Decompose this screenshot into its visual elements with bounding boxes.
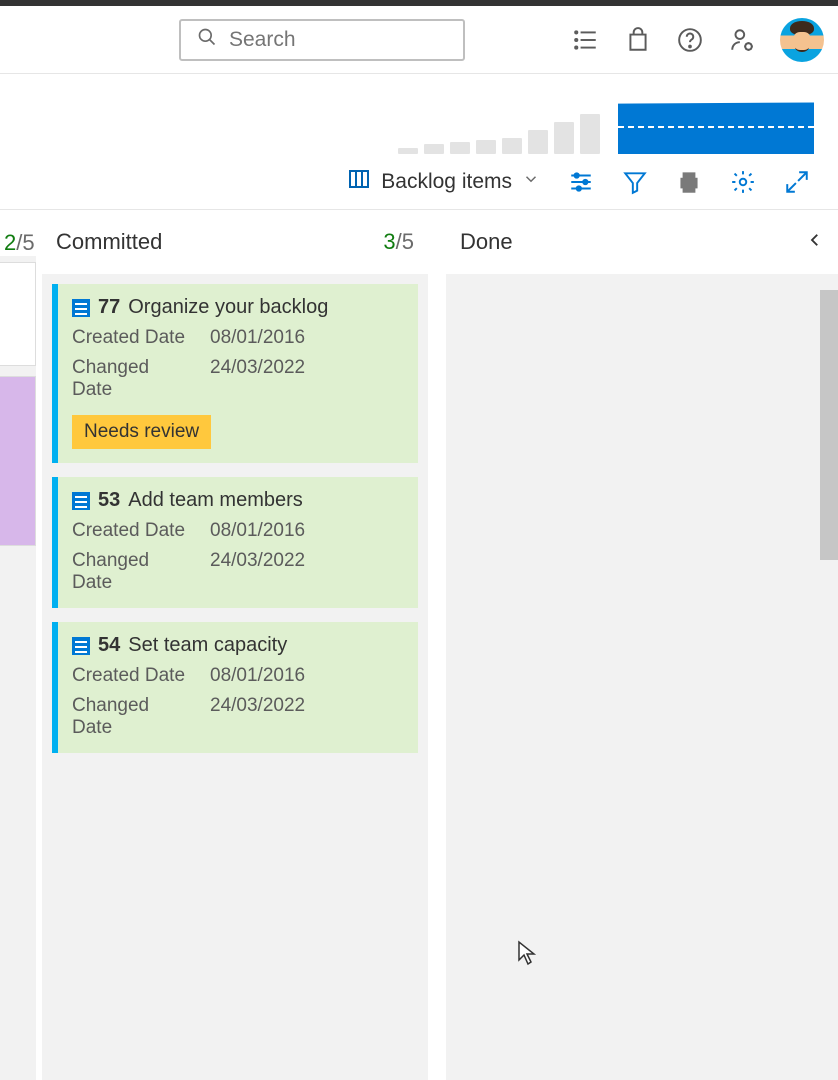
created-date-value: 08/01/2016 (210, 520, 305, 542)
committed-title: Committed (56, 229, 162, 255)
velocity-bar (554, 122, 574, 154)
shopping-bag-icon[interactable] (624, 26, 652, 54)
changed-date-value: 24/03/2022 (210, 695, 305, 739)
prev-column-body (0, 256, 36, 1080)
work-item-title: Add team members (128, 489, 303, 512)
velocity-bar (450, 142, 470, 154)
done-title: Done (460, 229, 513, 255)
view-toolbar: Backlog items (0, 154, 838, 210)
column-done: Done (446, 210, 838, 1080)
collapse-done-icon[interactable] (806, 229, 824, 255)
partial-card-2[interactable] (0, 376, 36, 546)
velocity-bar (476, 140, 496, 154)
chevron-down-icon (522, 170, 540, 194)
work-item-id: 53 (98, 489, 120, 512)
help-icon[interactable] (676, 26, 704, 54)
search-input[interactable] (229, 28, 500, 52)
committed-wip: 3/5 (383, 229, 414, 255)
user-settings-icon[interactable] (728, 26, 756, 54)
velocity-bar (528, 130, 548, 154)
changed-date-value: 24/03/2022 (210, 550, 305, 594)
pbi-icon (72, 492, 90, 510)
velocity-bars[interactable] (398, 98, 600, 154)
prev-column-wip: 2/5 (0, 210, 36, 256)
fullscreen-icon[interactable] (784, 169, 810, 195)
changed-date-label: Changed Date (72, 550, 190, 594)
created-date-label: Created Date (72, 665, 190, 687)
velocity-bar (398, 148, 418, 154)
column-previous-partial: 2/5 (0, 210, 42, 1080)
topbar (0, 6, 838, 74)
work-item-id: 77 (98, 296, 120, 319)
created-date-label: Created Date (72, 327, 190, 349)
velocity-bar (424, 144, 444, 154)
filter-icon[interactable] (622, 169, 648, 195)
search-box[interactable] (179, 19, 465, 61)
done-body[interactable] (446, 274, 838, 1080)
work-item-card[interactable]: 54 Set team capacity Created Date 08/01/201… (52, 622, 418, 753)
work-item-id: 54 (98, 634, 120, 657)
created-date-value: 08/01/2016 (210, 327, 305, 349)
work-item-title: Set team capacity (128, 634, 287, 657)
created-date-label: Created Date (72, 520, 190, 542)
burndown-chart[interactable] (618, 98, 814, 154)
chart-strip (0, 74, 838, 154)
card-tag[interactable]: Needs review (72, 415, 211, 449)
kanban-board: 2/5 Committed 3/5 77 Organize your backlo… (0, 210, 838, 1080)
avatar[interactable] (780, 18, 824, 62)
backlog-level-selector[interactable]: Backlog items (347, 167, 540, 197)
list-icon[interactable] (572, 26, 600, 54)
committed-body[interactable]: 77 Organize your backlog Created Date 08/01… (42, 274, 428, 1080)
work-item-card[interactable]: 77 Organize your backlog Created Date 08/01… (52, 284, 418, 463)
search-icon (197, 27, 217, 52)
velocity-bar (580, 114, 600, 154)
committed-header: Committed 3/5 (42, 210, 428, 274)
gear-icon[interactable] (730, 169, 756, 195)
created-date-value: 08/01/2016 (210, 665, 305, 687)
board-grid-icon (347, 167, 371, 197)
pbi-icon (72, 299, 90, 317)
velocity-bar (502, 138, 522, 154)
column-committed: Committed 3/5 77 Organize your backlog Cre… (42, 210, 428, 1080)
partial-card-1[interactable] (0, 262, 36, 366)
work-item-title: Organize your backlog (128, 296, 328, 319)
changed-date-value: 24/03/2022 (210, 357, 305, 401)
pbi-icon (72, 637, 90, 655)
changed-date-label: Changed Date (72, 357, 190, 401)
print-icon[interactable] (676, 169, 702, 195)
work-item-card[interactable]: 53 Add team members Created Date 08/01/2016… (52, 477, 418, 608)
changed-date-label: Changed Date (72, 695, 190, 739)
done-header: Done (446, 210, 838, 274)
backlog-level-label: Backlog items (381, 170, 512, 194)
vertical-scrollbar[interactable] (820, 290, 838, 560)
settings-sliders-icon[interactable] (568, 169, 594, 195)
